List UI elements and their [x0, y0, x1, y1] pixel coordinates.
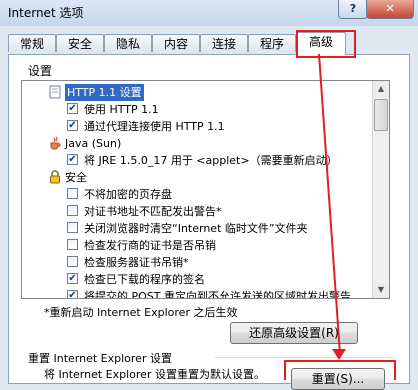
tab-general[interactable]: 常规 [8, 34, 56, 52]
scroll-thumb[interactable] [374, 99, 388, 131]
settings-item-label: Java (Sun) [65, 137, 122, 150]
scroll-down-icon[interactable]: ▼ [373, 282, 389, 298]
tab-content[interactable]: 内容 [152, 34, 200, 52]
checkbox-checked[interactable]: ✔ [67, 273, 78, 284]
tab-advanced[interactable]: 高级 [296, 32, 346, 55]
settings-item-label: 将 JRE 1.5.0_17 用于 <applet>（需要重新启动） [84, 154, 338, 167]
lock-icon [50, 170, 60, 184]
annotation-arrow-head [332, 349, 346, 360]
settings-item-label: 检查发行商的证书是否吊销 [84, 239, 216, 252]
settings-item-label: 不将加密的页存盘 [84, 188, 172, 201]
checkbox-checked[interactable]: ✔ [67, 103, 78, 114]
title-bar: Internet 选项 ? ✕ [0, 0, 418, 26]
settings-item-check-signatures[interactable]: ✔ 检查已下载的程序的签名 [22, 271, 374, 288]
settings-item-label: 关闭浏览器时清空“Internet 临时文件”文件夹 [84, 222, 308, 235]
settings-item-post-redirect[interactable]: ✔ 将提交的 POST 重定向到不允许发送的区域时发出警告 [22, 288, 374, 299]
settings-item-cert-mismatch[interactable]: 对证书地址不匹配发出警告* [22, 203, 374, 220]
settings-item-label: 对证书地址不匹配发出警告* [84, 205, 222, 218]
checkbox-unchecked[interactable] [67, 256, 78, 267]
tab-connections[interactable]: 连接 [200, 34, 248, 52]
scroll-up-icon[interactable]: ▲ [373, 81, 389, 97]
tab-bar: 常规 安全 隐私 内容 连接 程序 高级 [8, 32, 410, 55]
settings-item-label: 检查服务器证书吊销* [84, 256, 189, 269]
close-button[interactable]: ✕ [366, 0, 414, 19]
checkbox-checked[interactable]: ✔ [67, 154, 78, 165]
checkbox-unchecked[interactable] [67, 205, 78, 216]
page-icon [49, 85, 61, 99]
settings-item-label: 安全 [65, 171, 87, 184]
tab-programs[interactable]: 程序 [248, 34, 296, 52]
help-button[interactable]: ? [338, 0, 368, 19]
checkbox-unchecked[interactable] [67, 188, 78, 199]
settings-item-label: 使用 HTTP 1.1 [84, 103, 159, 116]
settings-item-publisher-revocation[interactable]: 检查发行商的证书是否吊销 [22, 237, 374, 254]
settings-item-empty-temp[interactable]: 关闭浏览器时清空“Internet 临时文件”文件夹 [22, 220, 374, 237]
settings-item-proxy-http11[interactable]: ✔ 通过代理连接使用 HTTP 1.1 [22, 118, 374, 135]
checkbox-checked[interactable]: ✔ [67, 290, 78, 298]
settings-item-label: 通过代理连接使用 HTTP 1.1 [84, 120, 225, 133]
settings-item-java[interactable]: Java (Sun) [22, 135, 374, 152]
settings-item-label: 检查已下载的程序的签名 [84, 273, 205, 286]
settings-group-label: 设置 [28, 64, 53, 78]
settings-item-jre[interactable]: ✔ 将 JRE 1.5.0_17 用于 <applet>（需要重新启动） [22, 152, 374, 169]
restart-note: *重新启动 Internet Explorer 之后生效 [44, 306, 238, 319]
reset-description: 将 Internet Explorer 设置重置为默认设置。 [44, 368, 265, 381]
settings-item-label: 将提交的 POST 重定向到不允许发送的区域时发出警告 [84, 290, 351, 299]
window-title: Internet 选项 [8, 6, 84, 20]
settings-item-server-revocation[interactable]: 检查服务器证书吊销* [22, 254, 374, 271]
java-cup-icon [50, 136, 61, 150]
reset-button[interactable]: 重置(S)... [291, 368, 385, 390]
settings-item-no-save-encrypted[interactable]: 不将加密的页存盘 [22, 186, 374, 203]
checkbox-unchecked[interactable] [67, 239, 78, 250]
group-divider [215, 357, 395, 358]
checkbox-unchecked[interactable] [67, 222, 78, 233]
tab-security[interactable]: 安全 [56, 34, 104, 52]
tab-privacy[interactable]: 隐私 [104, 34, 152, 52]
settings-scrollbar[interactable]: ▲ ▼ [372, 81, 389, 298]
reset-group-label: 重置 Internet Explorer 设置 [28, 352, 172, 365]
settings-item-security[interactable]: 安全 [22, 169, 374, 186]
settings-item-label: HTTP 1.1 设置 [65, 84, 144, 101]
checkbox-checked[interactable]: ✔ [67, 120, 78, 131]
